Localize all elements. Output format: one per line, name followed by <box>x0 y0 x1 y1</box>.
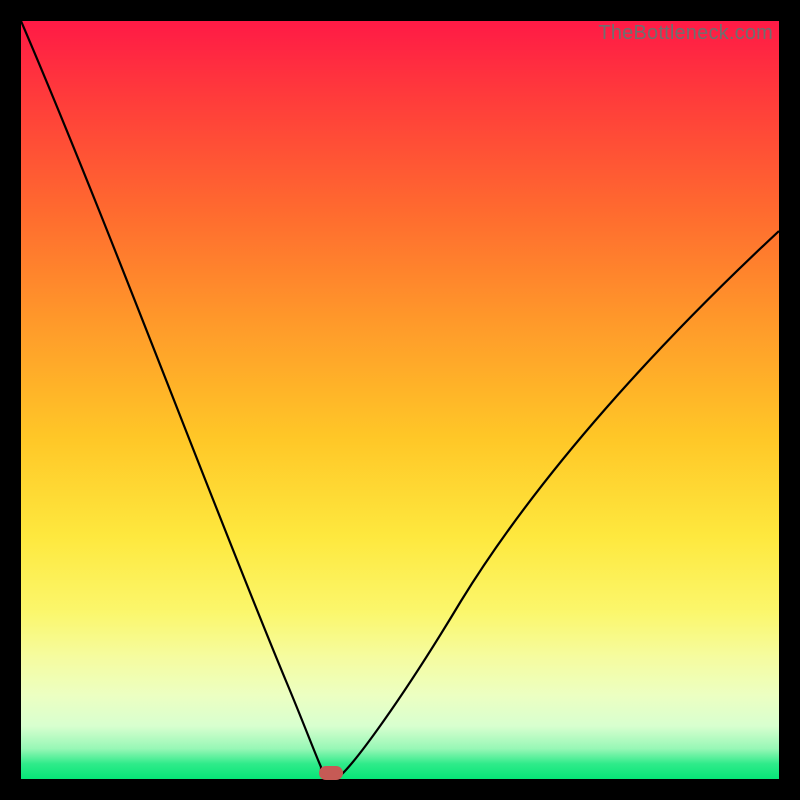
curve-overlay <box>21 21 779 779</box>
chart-frame: TheBottleneck.com <box>0 0 800 800</box>
plot-area: TheBottleneck.com <box>21 21 779 779</box>
bottleneck-curve <box>21 21 779 775</box>
optimal-point-marker <box>319 766 343 780</box>
